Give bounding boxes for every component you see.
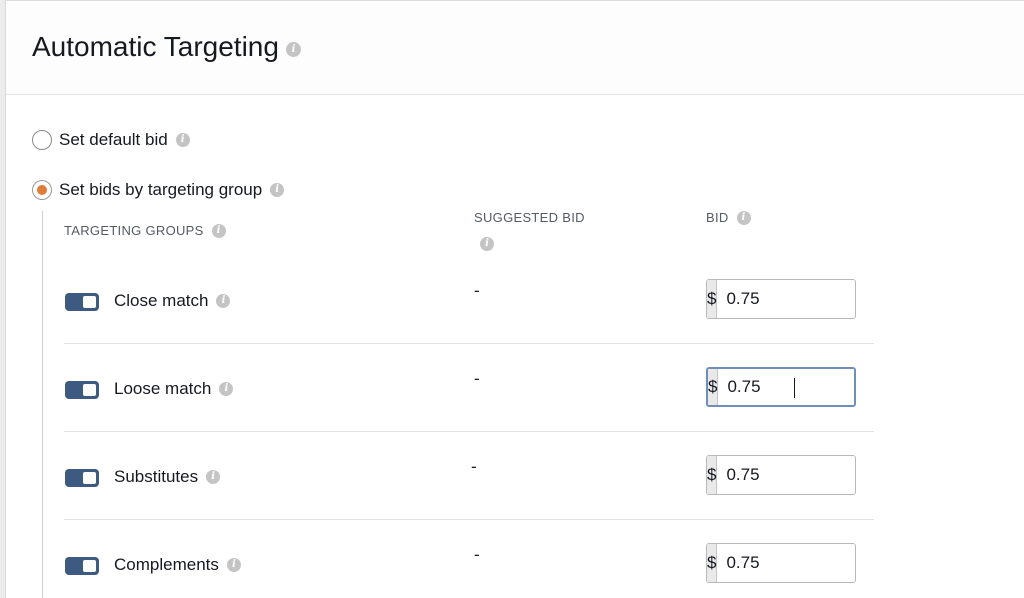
toggle-complements[interactable]: [65, 557, 99, 575]
row-label-substitutes: Substitutes i: [114, 467, 221, 487]
row-label-text: Close match: [114, 291, 209, 310]
card-header: Automatic Targeting i: [6, 1, 1024, 95]
page-title: Automatic Targeting i: [32, 31, 301, 63]
bid-input-group-loose-match: $: [706, 367, 856, 407]
info-icon[interactable]: i: [219, 382, 234, 396]
toggle-close-match[interactable]: [65, 293, 99, 311]
suggested-bid-value: -: [474, 369, 480, 388]
row-label-loose-match: Loose match i: [114, 379, 234, 399]
bid-input-close-match[interactable]: [717, 280, 855, 318]
toggle-substitutes[interactable]: [65, 469, 99, 487]
info-icon[interactable]: i: [175, 133, 190, 147]
group-indent-line: [42, 211, 43, 598]
radio-set-bids-by-targeting-group[interactable]: Set bids by targeting group i: [32, 180, 285, 200]
bid-input-complements[interactable]: [717, 544, 855, 582]
suggested-bid-value: -: [471, 457, 477, 476]
row-label-close-match: Close match i: [114, 291, 231, 311]
info-icon[interactable]: i: [285, 41, 301, 57]
column-header-label: TARGETING GROUPS: [64, 223, 204, 238]
row-label-text: Complements: [114, 555, 219, 574]
info-icon[interactable]: i: [226, 558, 241, 572]
currency-prefix: $: [708, 369, 719, 405]
row-label-complements: Complements i: [114, 555, 241, 575]
row-divider: [64, 519, 874, 520]
radio-button-selected[interactable]: [32, 180, 52, 200]
bid-input-loose-match[interactable]: [718, 369, 854, 405]
bid-input-substitutes[interactable]: [717, 456, 855, 494]
text-cursor: [794, 378, 795, 398]
bid-input-group-substitutes: $: [706, 455, 856, 495]
currency-prefix: $: [707, 456, 718, 494]
info-icon[interactable]: i: [270, 183, 285, 197]
info-icon[interactable]: i: [206, 470, 221, 484]
page-title-text: Automatic Targeting: [32, 31, 279, 62]
row-label-text: Loose match: [114, 379, 212, 398]
info-icon[interactable]: i: [216, 294, 231, 308]
info-icon[interactable]: i: [736, 210, 751, 225]
column-header-suggested-bid: SUGGESTED BID: [474, 210, 585, 225]
radio-button[interactable]: [32, 130, 52, 150]
row-divider: [64, 431, 874, 432]
row-divider: [64, 343, 874, 344]
automatic-targeting-card: Automatic Targeting i Set default bid i …: [5, 0, 1024, 598]
radio-set-default-bid[interactable]: Set default bid i: [32, 130, 190, 150]
row-label-text: Substitutes: [114, 467, 199, 486]
currency-prefix: $: [707, 544, 718, 582]
suggested-bid-value: -: [474, 281, 480, 300]
column-header-label: SUGGESTED BID: [474, 210, 585, 225]
column-header-label: BID: [706, 210, 729, 225]
currency-prefix: $: [707, 280, 718, 318]
info-icon[interactable]: i: [480, 237, 494, 251]
radio-label: Set bids by targeting group: [59, 180, 263, 199]
column-header-bid: BID i: [706, 210, 751, 225]
suggested-bid-value: -: [474, 545, 480, 564]
toggle-loose-match[interactable]: [65, 381, 99, 399]
column-header-targeting-groups: TARGETING GROUPS i: [64, 223, 226, 238]
bid-input-group-complements: $: [706, 543, 856, 583]
info-icon[interactable]: i: [211, 223, 226, 238]
bid-input-group-close-match: $: [706, 279, 856, 319]
radio-label: Set default bid: [59, 130, 168, 149]
